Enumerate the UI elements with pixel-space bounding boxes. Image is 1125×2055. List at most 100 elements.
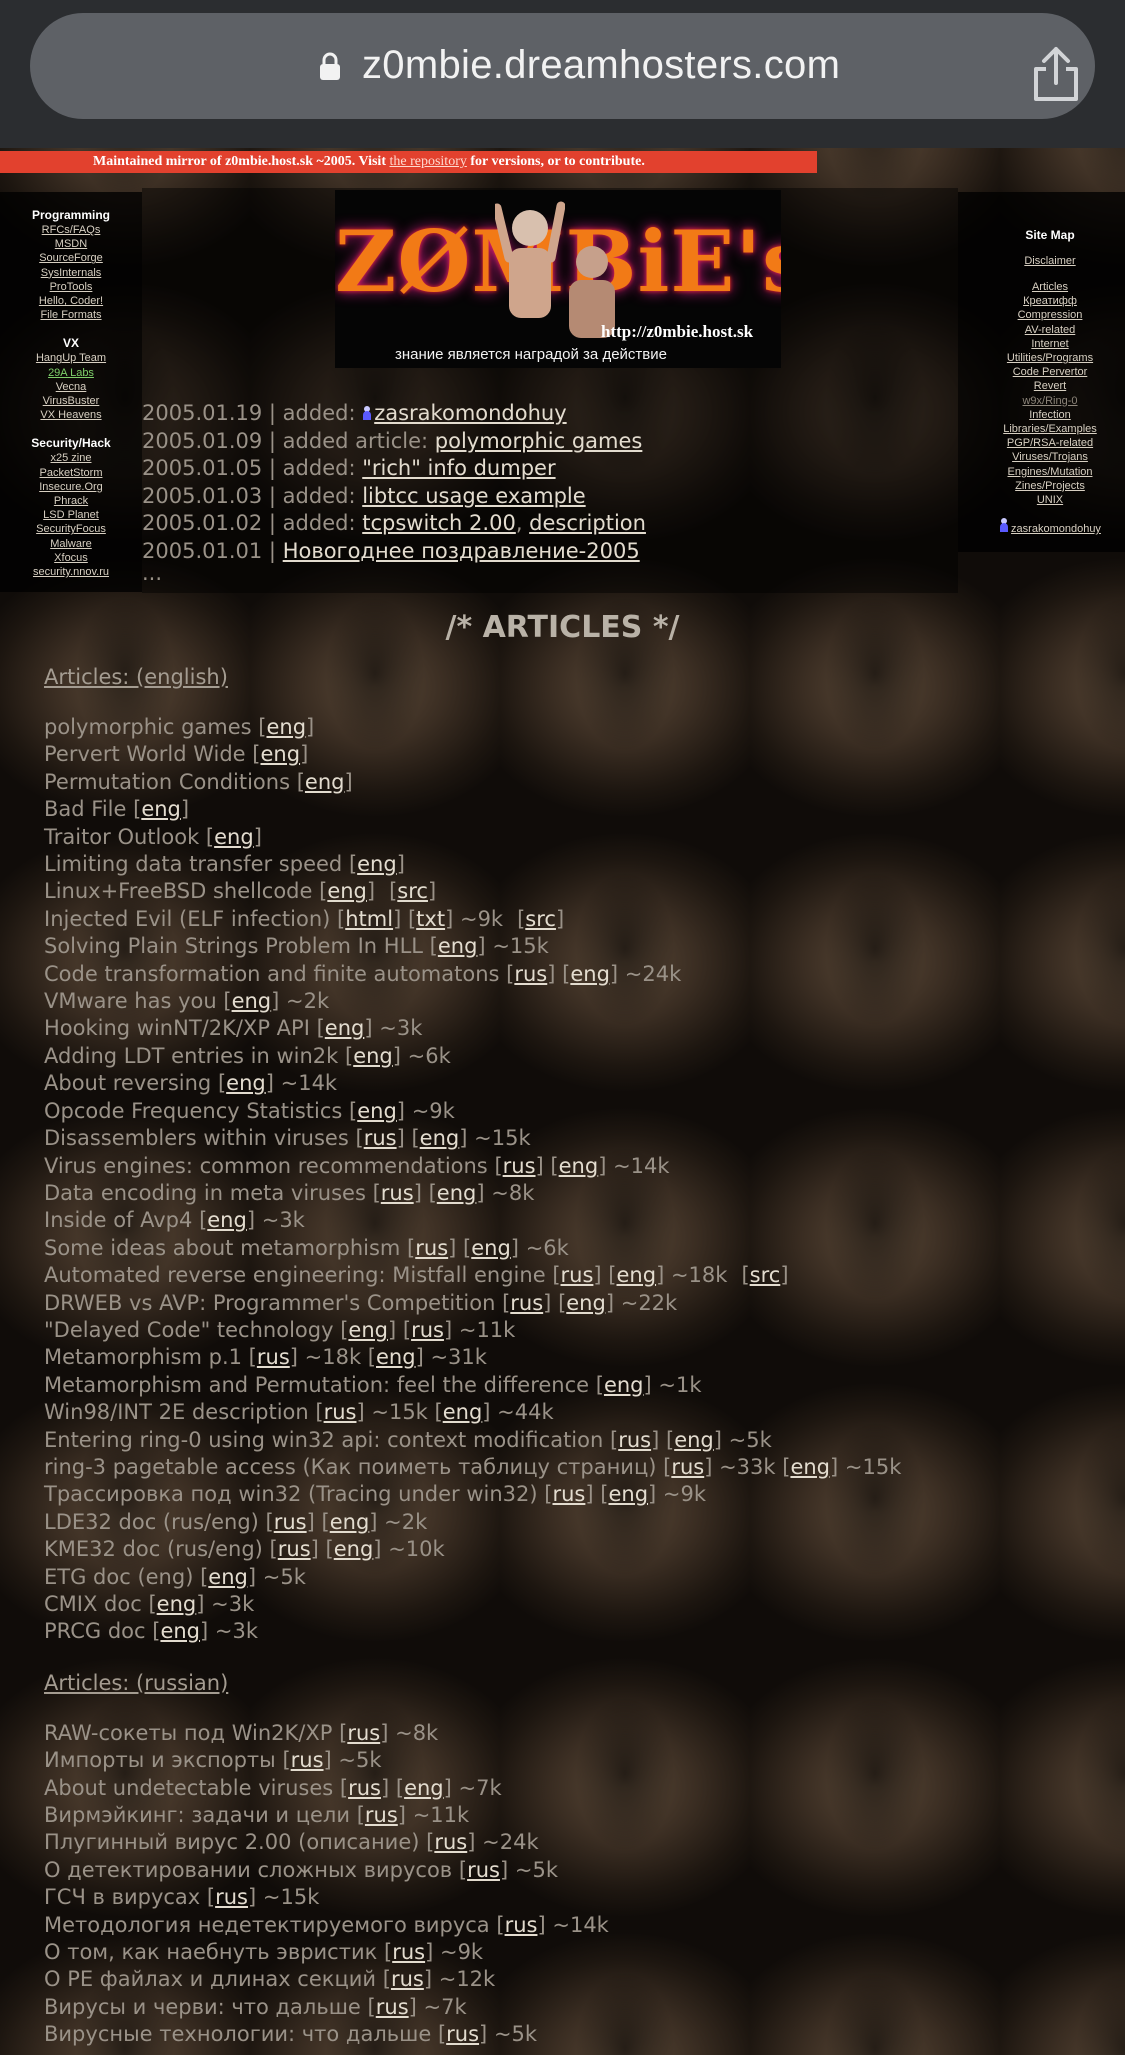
site-map-link[interactable]: Compression [958, 308, 1125, 322]
language-link[interactable]: eng [357, 1099, 397, 1123]
language-link[interactable]: rus [415, 1236, 448, 1260]
menu-link[interactable]: SecurityFocus [0, 522, 142, 536]
category-title[interactable]: Articles: (russian) [44, 1666, 1124, 1700]
language-link[interactable]: eng [438, 934, 478, 958]
language-link[interactable]: eng [157, 1592, 197, 1616]
site-map-link[interactable]: Code Pervertor [958, 365, 1125, 379]
language-link[interactable]: rus [278, 1537, 311, 1561]
menu-link[interactable]: Xfocus [0, 551, 142, 565]
language-link[interactable]: eng [141, 797, 181, 821]
language-link[interactable]: rus [391, 1967, 424, 1991]
source-link[interactable]: src [750, 1263, 781, 1287]
menu-link[interactable]: Malware [0, 537, 142, 551]
language-link[interactable]: eng [226, 1071, 266, 1095]
address-bar[interactable]: z0mbie.dreamhosters.com [30, 13, 1095, 119]
language-link[interactable]: eng [790, 1455, 830, 1479]
language-link[interactable]: rus [324, 1400, 357, 1424]
language-link[interactable]: rus [274, 1510, 307, 1534]
site-map-link[interactable]: Internet [958, 337, 1125, 351]
language-link[interactable]: rus [618, 1428, 651, 1452]
site-map-link[interactable]: Articles [958, 280, 1125, 294]
language-link[interactable]: eng [330, 1510, 370, 1534]
language-link[interactable]: rus [411, 1318, 444, 1342]
site-map-link[interactable]: AV-related [958, 323, 1125, 337]
language-link[interactable]: eng [348, 1318, 388, 1342]
site-map-link[interactable]: Zines/Projects [958, 479, 1125, 493]
language-link[interactable]: eng [376, 1345, 416, 1369]
site-map-link[interactable]: UNIX [958, 493, 1125, 507]
language-link[interactable]: eng [559, 1154, 599, 1178]
language-link[interactable]: eng [437, 1181, 477, 1205]
news-link[interactable]: tcpswitch 2.00 [362, 511, 516, 535]
site-map-link[interactable]: Infection [958, 408, 1125, 422]
menu-link[interactable]: x25 zine [0, 451, 142, 465]
menu-link[interactable]: HangUp Team [0, 351, 142, 365]
site-map-link[interactable]: PGP/RSA-related [958, 436, 1125, 450]
language-link[interactable]: rus [552, 1482, 585, 1506]
menu-link[interactable]: VX Heavens [0, 408, 142, 422]
user-link[interactable]: zasrakomondohuy [958, 517, 1125, 535]
language-link[interactable]: rus [467, 1858, 500, 1882]
language-link[interactable]: txt [416, 907, 445, 931]
site-map-link[interactable]: Revert [958, 379, 1125, 393]
language-link[interactable]: html [345, 907, 393, 931]
language-link[interactable]: rus [257, 1345, 290, 1369]
language-link[interactable]: eng [674, 1428, 714, 1452]
language-link[interactable]: eng [305, 770, 345, 794]
language-link[interactable]: eng [266, 715, 306, 739]
language-link[interactable]: eng [566, 1291, 606, 1315]
category-title[interactable]: Articles: (english) [44, 660, 1124, 694]
news-link[interactable]: zasrakomondohuy [374, 401, 566, 425]
menu-link[interactable]: File Formats [0, 308, 142, 322]
share-icon[interactable] [1030, 45, 1082, 103]
language-link[interactable]: rus [376, 1995, 409, 2019]
news-link[interactable]: Новогоднее поздравление-2005 [283, 539, 640, 563]
language-link[interactable]: eng [353, 1044, 393, 1068]
menu-link[interactable]: ProTools [0, 280, 142, 294]
language-link[interactable]: rus [503, 1154, 536, 1178]
menu-link[interactable]: RFCs/FAQs [0, 223, 142, 237]
language-link[interactable]: eng [604, 1373, 644, 1397]
language-link[interactable]: rus [365, 1803, 398, 1827]
menu-link[interactable]: Phrack [0, 494, 142, 508]
language-link[interactable]: eng [160, 1619, 200, 1643]
site-map-link[interactable]: Viruses/Trojans [958, 450, 1125, 464]
disclaimer-link[interactable]: Disclaimer [958, 255, 1125, 267]
language-link[interactable]: eng [608, 1482, 648, 1506]
site-map-link[interactable]: Engines/Mutation [958, 465, 1125, 479]
language-link[interactable]: eng [214, 825, 254, 849]
menu-link[interactable]: Insecure.Org [0, 480, 142, 494]
language-link[interactable]: eng [327, 879, 367, 903]
language-link[interactable]: eng [617, 1263, 657, 1287]
source-link[interactable]: src [397, 879, 428, 903]
site-map-link[interactable]: w9x/Ring-0 [958, 394, 1125, 408]
language-link[interactable]: eng [207, 1208, 247, 1232]
menu-link[interactable]: VirusBuster [0, 394, 142, 408]
source-link[interactable]: src [525, 907, 556, 931]
language-link[interactable]: eng [232, 989, 272, 1013]
site-map-link[interactable]: Libraries/Examples [958, 422, 1125, 436]
language-link[interactable]: eng [420, 1126, 460, 1150]
menu-link[interactable]: SourceForge [0, 251, 142, 265]
language-link[interactable]: rus [392, 1940, 425, 1964]
language-link[interactable]: eng [570, 962, 610, 986]
menu-link[interactable]: LSD Planet [0, 508, 142, 522]
language-link[interactable]: rus [510, 1291, 543, 1315]
language-link[interactable]: rus [514, 962, 547, 986]
news-link[interactable]: "rich" info dumper [362, 456, 555, 480]
language-link[interactable]: rus [381, 1181, 414, 1205]
language-link[interactable]: eng [443, 1400, 483, 1424]
repository-link[interactable]: the repository [389, 154, 466, 169]
language-link[interactable]: rus [561, 1263, 594, 1287]
menu-link[interactable]: 29A Labs [0, 366, 142, 380]
language-link[interactable]: rus [348, 1776, 381, 1800]
language-link[interactable]: eng [334, 1537, 374, 1561]
language-link[interactable]: eng [261, 742, 301, 766]
menu-link[interactable]: security.nnov.ru [0, 565, 142, 579]
url-text[interactable]: z0mbie.dreamhosters.com [362, 43, 840, 88]
language-link[interactable]: rus [505, 1913, 538, 1937]
news-link[interactable]: libtcc usage example [362, 484, 585, 508]
language-link[interactable]: eng [208, 1565, 248, 1589]
site-map-link[interactable]: Креатифф [958, 294, 1125, 308]
language-link[interactable]: eng [404, 1776, 444, 1800]
